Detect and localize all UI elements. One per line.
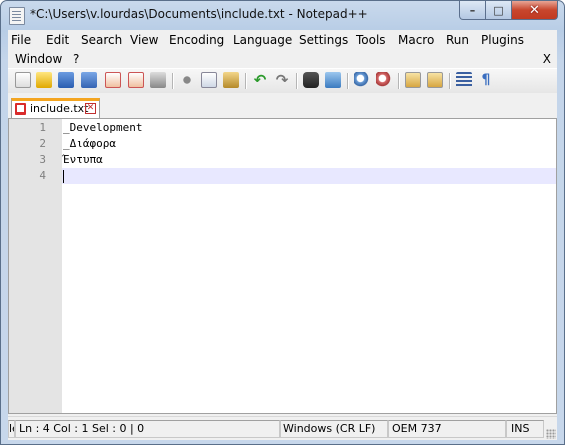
- zoom-in-icon[interactable]: [354, 72, 370, 88]
- status-encoding: OEM 737: [388, 420, 506, 438]
- minimize-icon: –: [469, 3, 476, 17]
- status-eol: Windows (CR LF): [280, 420, 388, 438]
- notepad-window: *C:\Users\v.lourdas\Documents\include.tx…: [0, 0, 565, 445]
- text-area[interactable]: _Development _Διάφορα Έντυπα: [62, 119, 556, 413]
- replace-icon[interactable]: [325, 72, 341, 88]
- line-number-gutter: 1 2 3 4: [9, 119, 62, 413]
- sync-horizontal-icon[interactable]: [427, 72, 443, 88]
- tab-label: include.txt: [30, 102, 89, 115]
- open-file-icon[interactable]: [36, 72, 52, 88]
- word-wrap-icon[interactable]: [456, 72, 472, 88]
- menu-search[interactable]: Search: [81, 33, 122, 47]
- code-line[interactable]: _Development: [62, 120, 556, 136]
- redo-icon[interactable]: ↷: [274, 72, 290, 88]
- close-document-button[interactable]: X: [543, 52, 551, 66]
- new-file-icon[interactable]: [15, 72, 31, 88]
- toolbar-separator: [245, 73, 246, 89]
- menu-help[interactable]: ?: [73, 52, 79, 66]
- menu-edit[interactable]: Edit: [46, 33, 69, 47]
- menu-settings[interactable]: Settings: [299, 33, 348, 47]
- menu-tools[interactable]: Tools: [356, 33, 386, 47]
- save-icon[interactable]: [58, 72, 74, 88]
- line-number: 2: [39, 137, 46, 150]
- close-icon[interactable]: [105, 72, 121, 88]
- line-number: 1: [39, 121, 46, 134]
- toolbar-separator: [347, 73, 348, 89]
- cut-icon[interactable]: [179, 72, 195, 88]
- menu-window[interactable]: Window: [15, 52, 62, 66]
- current-line[interactable]: [62, 168, 556, 184]
- close-button[interactable]: ✕: [512, 1, 558, 20]
- close-all-icon[interactable]: [128, 72, 144, 88]
- menu-plugins[interactable]: Plugins: [481, 33, 524, 47]
- tab-include-txt[interactable]: include.txt ✕: [11, 98, 100, 118]
- copy-icon[interactable]: [201, 72, 217, 88]
- minimize-button[interactable]: –: [459, 1, 486, 20]
- app-icon[interactable]: [9, 7, 25, 25]
- line-number: 3: [39, 153, 46, 166]
- window-title: *C:\Users\v.lourdas\Documents\include.tx…: [30, 7, 368, 21]
- toolbar: ↶ ↷ ¶: [8, 68, 557, 94]
- menu-encoding[interactable]: Encoding: [169, 33, 224, 47]
- toolbar-separator: [172, 73, 173, 89]
- toolbar-separator: [449, 73, 450, 89]
- menu-view[interactable]: View: [130, 33, 158, 47]
- resize-grip[interactable]: [546, 429, 556, 439]
- print-icon[interactable]: [150, 72, 166, 88]
- paste-icon[interactable]: [223, 72, 239, 88]
- status-bar: le Ln : 4 Col : 1 Sel : 0 | 0 Windows (C…: [8, 416, 557, 440]
- sync-vertical-icon[interactable]: [405, 72, 421, 88]
- tab-close-icon[interactable]: ✕: [85, 103, 96, 114]
- status-mode: INS: [506, 420, 544, 438]
- status-position: Ln : 4 Col : 1 Sel : 0 | 0: [15, 420, 280, 438]
- menu-macro[interactable]: Macro: [398, 33, 434, 47]
- unsaved-file-icon: [15, 103, 26, 115]
- menu-run[interactable]: Run: [446, 33, 469, 47]
- text-caret: [63, 170, 64, 183]
- code-line[interactable]: Έντυπα: [62, 152, 556, 168]
- caption-buttons: – □ ✕: [459, 1, 558, 20]
- menu-bar: File Edit Search View Encoding Language …: [8, 30, 557, 68]
- show-all-chars-icon[interactable]: ¶: [478, 72, 494, 88]
- title-bar[interactable]: *C:\Users\v.lourdas\Documents\include.tx…: [1, 1, 564, 29]
- client-area: File Edit Search View Encoding Language …: [8, 30, 557, 440]
- undo-icon[interactable]: ↶: [252, 72, 268, 88]
- maximize-icon: □: [493, 3, 504, 17]
- save-all-icon[interactable]: [81, 72, 97, 88]
- toolbar-separator: [398, 73, 399, 89]
- maximize-button[interactable]: □: [486, 1, 512, 20]
- zoom-out-icon[interactable]: [376, 72, 392, 88]
- toolbar-separator: [296, 73, 297, 89]
- menu-file[interactable]: File: [11, 33, 31, 47]
- code-line[interactable]: _Διάφορα: [62, 136, 556, 152]
- tab-bar: include.txt ✕: [8, 93, 557, 118]
- close-icon: ✕: [529, 2, 540, 18]
- menu-language[interactable]: Language: [233, 33, 292, 47]
- line-number: 4: [39, 169, 46, 182]
- status-length: le: [8, 420, 15, 438]
- editor[interactable]: 1 2 3 4 _Development _Διάφορα Έντυπα: [8, 118, 557, 414]
- find-icon[interactable]: [303, 72, 319, 88]
